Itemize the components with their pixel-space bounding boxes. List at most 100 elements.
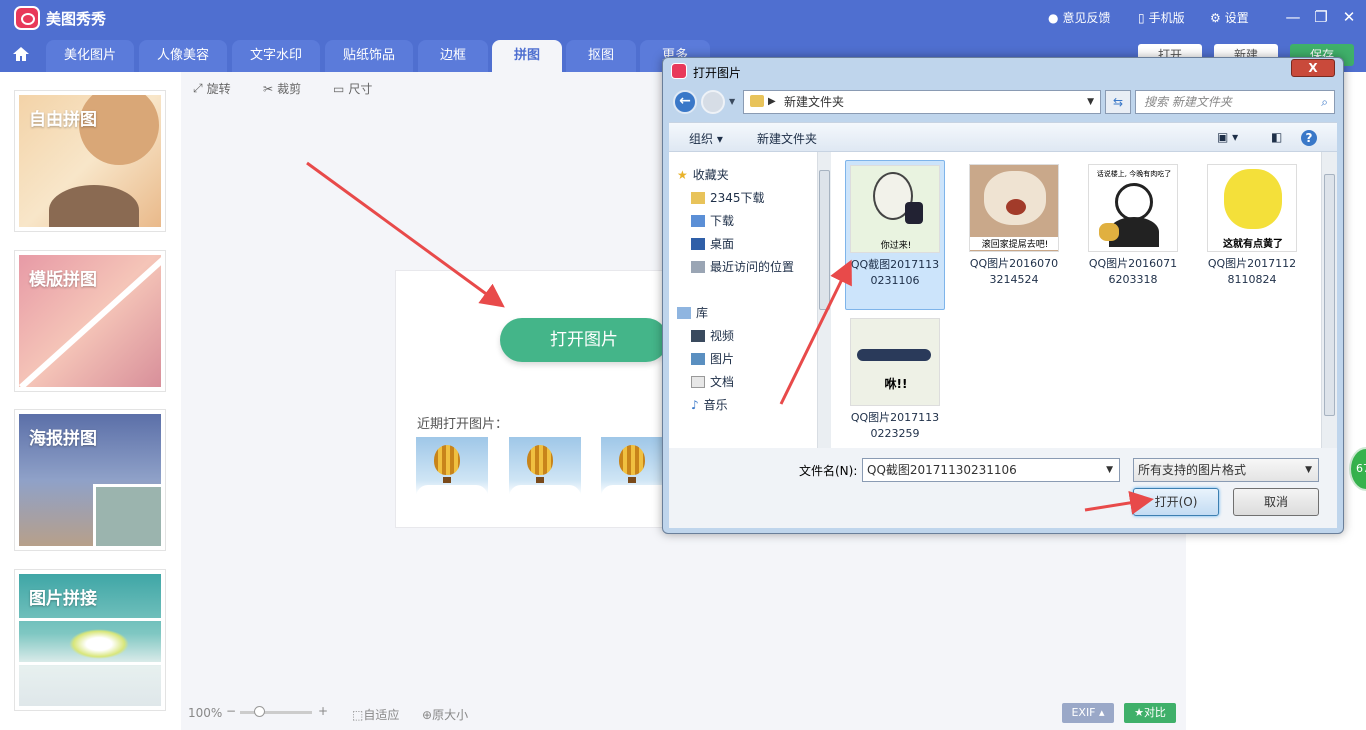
tab-text-watermark[interactable]: 文字水印 [232,40,320,72]
file-item[interactable]: 话说楼上, 今晚有肉吃了 QQ图片20160716203318 [1083,160,1183,310]
filename-input[interactable]: QQ截图20171130231106 ▼ [862,458,1120,482]
tab-border[interactable]: 边框 [418,40,488,72]
nav-label: 音乐 [703,398,728,412]
search-input[interactable]: 搜索 新建文件夹 ⌕ [1135,90,1335,114]
fit-label: 自适应 [363,708,400,722]
nav-libraries[interactable]: 库 [677,304,708,321]
card-label: 图片拼接 [29,589,97,609]
app-title: 美图秀秀 [46,10,107,28]
refresh-icon[interactable]: ⇆ [1105,90,1131,114]
close-window-button[interactable]: ✕ [1338,6,1360,28]
feedback-button[interactable]: ● 意见反馈 [1048,9,1111,26]
recent-thumbnail[interactable] [416,437,488,509]
address-bar[interactable]: ▶ 新建文件夹 ▼ [743,90,1101,114]
zoom-slider[interactable] [240,711,312,714]
tab-stickers[interactable]: 贴纸饰品 [325,40,413,72]
tab-cutout[interactable]: 抠图 [566,40,636,72]
minimize-button[interactable]: — [1282,6,1304,28]
zoom-in-button[interactable]: + [318,704,328,718]
folder-icon [691,191,705,204]
address-text: 新建文件夹 [784,95,845,109]
crop-tool[interactable]: ✂ 裁剪 [263,80,301,97]
phone-icon: ▯ [1138,10,1145,25]
maximize-button[interactable]: ❐ [1310,6,1332,28]
settings-label: 设置 [1224,11,1249,25]
size-label: 尺寸 [348,82,373,96]
filetype-select[interactable]: 所有支持的图片格式 ▼ [1133,458,1319,482]
zoom-out-button[interactable]: − [226,704,236,718]
history-dropdown-icon[interactable]: ▼ [729,97,735,106]
chevron-down-icon[interactable]: ▼ [1087,91,1094,113]
settings-button[interactable]: ⚙ 设置 [1210,9,1249,26]
rotate-tool[interactable]: ⤢ 旋转 [193,80,231,97]
file-name: QQ图片20160703214524 [969,257,1059,286]
zoom-level: 100% [188,706,223,720]
back-arrow-icon[interactable]: ← [673,90,697,114]
zoom-slider-handle[interactable] [254,706,265,717]
collage-sidebar: 自由拼图 模版拼图 海报拼图 图片拼接 [0,72,181,730]
file-item[interactable]: 滚回家提屌去吧! QQ图片20160703214524 [964,160,1064,310]
home-button[interactable] [0,36,42,72]
gear-icon: ⚙ [1210,10,1221,25]
original-size-button[interactable]: ⊕原大小 [422,706,468,723]
folder-icon [750,95,764,107]
nav-2345-downloads[interactable]: 2345下载 [691,189,765,206]
nav-desktop[interactable]: 桌面 [691,235,734,252]
favorites-label: 收藏夹 [692,168,729,182]
recent-thumbnail[interactable] [601,437,663,509]
tab-collage[interactable]: 拼图 [492,40,562,72]
compare-button[interactable]: ★对比 [1124,703,1176,723]
nav-recent-places[interactable]: 最近访问的位置 [691,258,794,275]
dialog-cancel-button[interactable]: 取消 [1233,488,1319,516]
recent-thumbnail[interactable] [509,437,581,509]
card-poster-collage[interactable]: 海报拼图 [14,409,166,551]
size-tool[interactable]: ▭ 尺寸 [333,80,372,97]
preview-pane-icon[interactable]: ◧ [1271,130,1282,144]
feedback-label: 意见反馈 [1062,11,1111,25]
chevron-right-icon: ▶ [768,96,776,107]
tab-beautify[interactable]: 美化图片 [46,40,134,72]
file-scrollbar-thumb[interactable] [1324,174,1335,416]
nav-documents[interactable]: 文档 [691,373,734,390]
chevron-down-icon: ▼ [1305,465,1312,475]
nav-music[interactable]: ♪ 音乐 [691,396,728,413]
nav-videos[interactable]: 视频 [691,327,734,344]
nav-favorites[interactable]: ★ 收藏夹 [677,166,729,183]
view-options-icon[interactable]: ▣ ▾ [1217,130,1238,144]
nav-scrollbar[interactable] [817,152,831,448]
tab-portrait[interactable]: 人像美容 [139,40,227,72]
file-item[interactable]: 你过来! QQ截图20171130231106 [845,160,945,310]
chevron-down-icon[interactable]: ▼ [1106,459,1113,481]
new-folder-button[interactable]: 新建文件夹 [757,130,817,147]
fit-button[interactable]: ⬚自适应 [352,706,399,723]
organize-label: 组织 [689,132,714,146]
nav-downloads[interactable]: 下载 [691,212,734,229]
nav-label: 下载 [710,214,735,228]
card-template-collage[interactable]: 模版拼图 [14,250,166,392]
scissors-icon: ✂ [263,81,274,96]
card-free-collage[interactable]: 自由拼图 [14,90,166,232]
file-item[interactable]: 这就有点黄了 QQ图片20171128110824 [1202,160,1302,310]
command-bar: 组织 ▾ 新建文件夹 ▣ ▾ ◧ ? [669,122,1337,152]
dialog-open-button[interactable]: 打开(O) [1133,488,1219,516]
file-item[interactable]: 咻!! QQ图片20171130223259 [845,314,945,464]
nav-label: 图片 [710,352,735,366]
open-image-button[interactable]: 打开图片 [500,318,668,362]
nav-label: 文档 [710,375,735,389]
nav-scrollbar-thumb[interactable] [819,170,830,310]
file-scrollbar[interactable] [1321,152,1337,448]
thumbnail-caption: 你过来! [880,241,912,251]
forward-arrow-icon[interactable] [701,90,725,114]
help-icon[interactable]: ? [1301,130,1317,146]
card-image-stitch[interactable]: 图片拼接 [14,569,166,711]
card-label: 自由拼图 [29,110,97,130]
mobile-button[interactable]: ▯ 手机版 [1138,9,1185,26]
nav-pictures[interactable]: 图片 [691,350,734,367]
file-thumbnail: 这就有点黄了 [1207,164,1297,252]
file-list: 你过来! QQ截图20171130231106 滚回家提屌去吧! QQ图片201… [831,152,1337,448]
exif-button[interactable]: EXIF ▴ [1062,703,1114,723]
open-image-dialog: 打开图片 X ← ▼ ▶ 新建文件夹 ▼ ⇆ 搜索 新建文件夹 ⌕ 组织 ▾ 新… [662,57,1344,534]
magnifier-icon: ⊕ [422,708,433,722]
dialog-close-button[interactable]: X [1291,59,1335,77]
organize-button[interactable]: 组织 ▾ [689,130,723,147]
